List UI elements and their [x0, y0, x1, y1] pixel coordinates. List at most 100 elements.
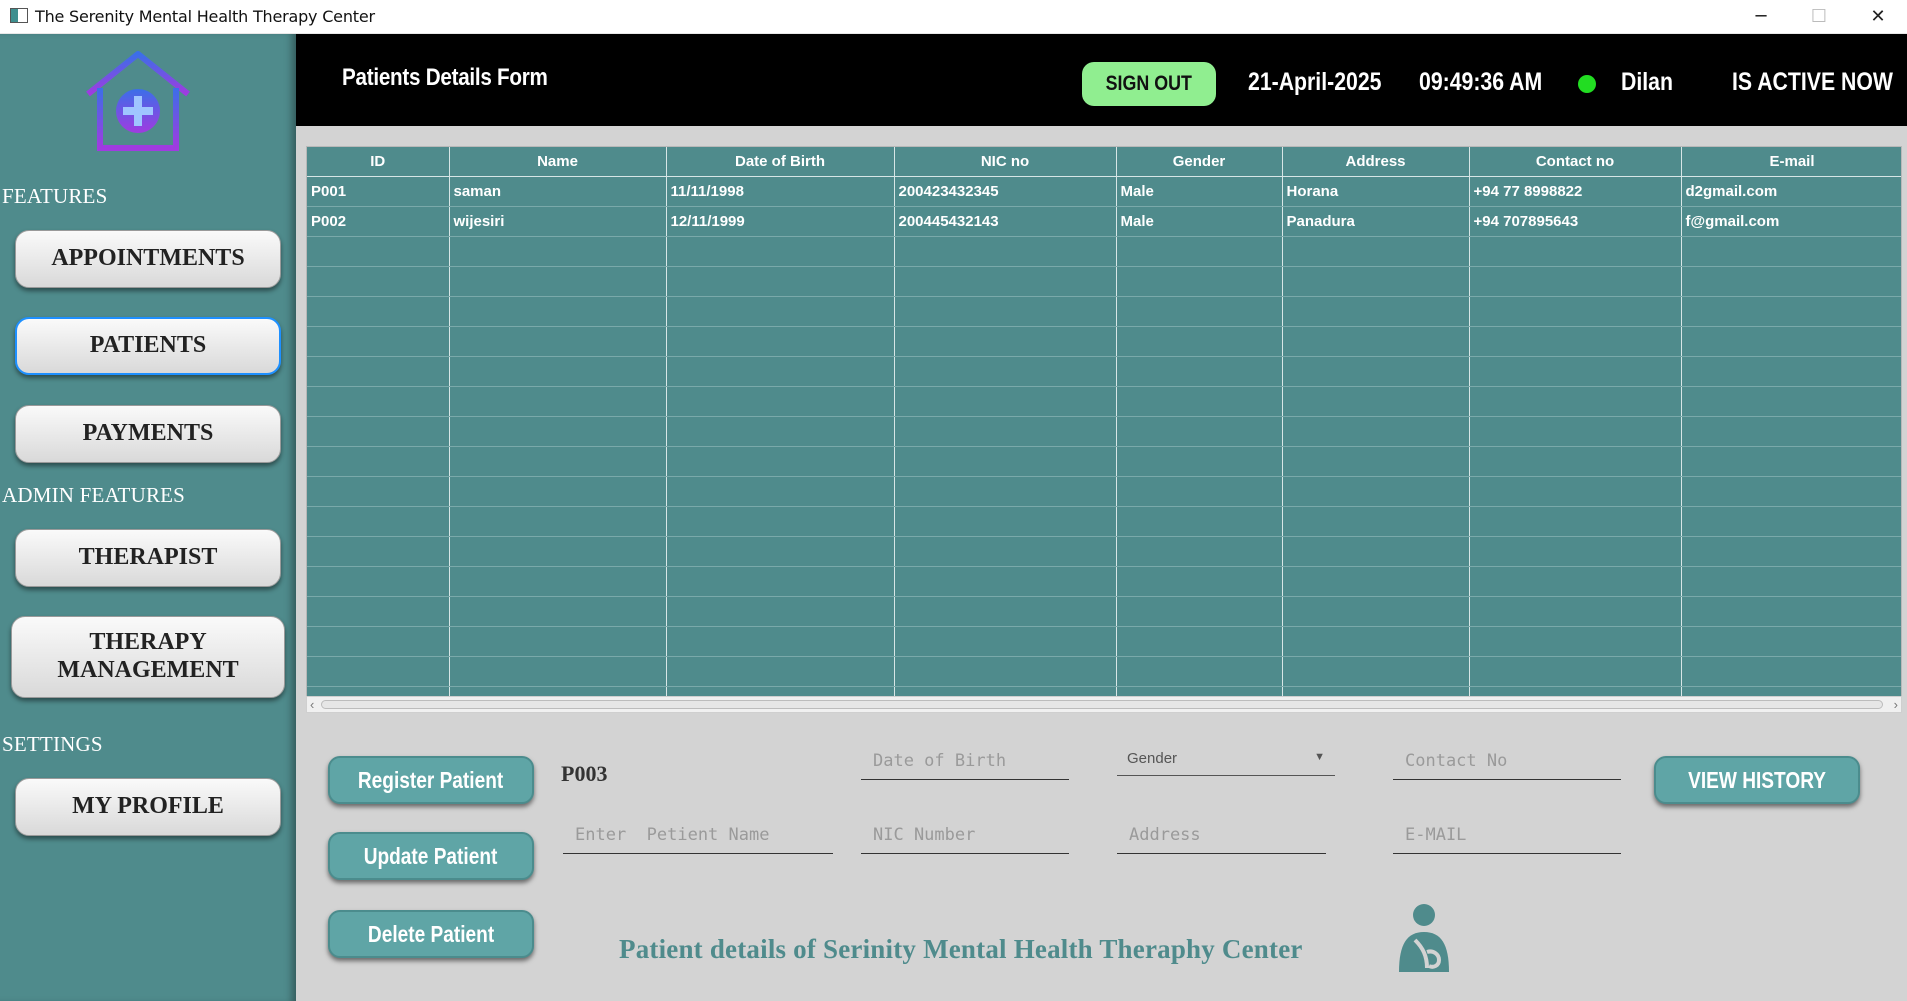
table-cell: Male: [1116, 206, 1283, 237]
table-cell: [1681, 356, 1901, 387]
table-cell: [894, 296, 1117, 327]
table-cell: [1681, 326, 1901, 357]
my-profile-button[interactable]: MY PROFILE: [15, 778, 281, 836]
column-header[interactable]: Address: [1282, 147, 1470, 177]
window-title: The Serenity Mental Health Therapy Cente…: [35, 7, 375, 26]
gender-select[interactable]: Gender ▼: [1117, 744, 1335, 776]
column-header[interactable]: E-mail: [1681, 147, 1901, 177]
app-icon: [10, 8, 28, 23]
table-cell: [1681, 236, 1901, 267]
table-cell: Male: [1116, 176, 1283, 207]
table-header-row: ID Name Date of Birth NIC no Gender Address Co…: [307, 147, 1901, 177]
table-cell: [307, 296, 450, 327]
date-of-birth-field[interactable]: [861, 742, 1069, 780]
patients-table[interactable]: ID Name Date of Birth NIC no Gender Address Co…: [307, 147, 1901, 712]
therapist-button[interactable]: THERAPIST: [15, 529, 281, 587]
table-cell: [307, 236, 450, 267]
footer-caption: Patient details of Serinity Mental Healt…: [619, 934, 1303, 964]
table-cell: [1469, 596, 1682, 627]
table-cell: [307, 626, 450, 657]
time-display: 09:49:36 AM: [1419, 68, 1543, 96]
therapy-management-button[interactable]: THERAPY MANAGEMENT: [11, 616, 285, 698]
email-field[interactable]: [1393, 816, 1621, 854]
view-history-button[interactable]: VIEW HISTORY: [1654, 756, 1860, 804]
minimize-button[interactable]: ─: [1732, 0, 1790, 32]
table-cell: [1681, 386, 1901, 417]
table-cell: [1282, 626, 1470, 657]
table-cell: [1469, 356, 1682, 387]
table-cell: [307, 326, 450, 357]
table-cell: [894, 536, 1117, 567]
table-cell: [1469, 386, 1682, 417]
register-patient-button[interactable]: Register Patient: [328, 756, 534, 804]
sign-out-button[interactable]: SIGN OUT: [1082, 62, 1216, 106]
scrollbar-thumb[interactable]: [321, 700, 1883, 709]
table-cell: Panadura: [1282, 206, 1470, 237]
table-cell: [449, 626, 667, 657]
table-cell: [1681, 536, 1901, 567]
table-cell: [1116, 266, 1283, 297]
column-header[interactable]: Gender: [1116, 147, 1283, 177]
delete-patient-button[interactable]: Delete Patient: [328, 910, 534, 958]
column-header[interactable]: NIC no: [894, 147, 1117, 177]
user-name: Dilan: [1621, 68, 1673, 96]
table-cell: [1469, 446, 1682, 477]
appointments-button[interactable]: APPOINTMENTS: [15, 230, 281, 288]
column-header[interactable]: ID: [307, 147, 450, 177]
column-header[interactable]: Date of Birth: [666, 147, 895, 177]
table-cell: [449, 446, 667, 477]
empty-table-row: [307, 356, 1901, 387]
clinic-house-logo-icon: [86, 51, 190, 155]
table-cell: [1116, 596, 1283, 627]
table-cell: [894, 656, 1117, 687]
payments-button[interactable]: PAYMENTS: [15, 405, 281, 463]
patients-table-container: ID Name Date of Birth NIC no Gender Address Co…: [306, 146, 1902, 713]
nic-number-field[interactable]: [861, 816, 1069, 854]
table-cell: [449, 326, 667, 357]
table-cell: [1469, 506, 1682, 537]
table-cell: [1116, 566, 1283, 597]
patients-button[interactable]: PATIENTS: [15, 317, 281, 375]
empty-table-row: [307, 386, 1901, 417]
table-cell: [449, 596, 667, 627]
table-cell: [666, 566, 895, 597]
table-row[interactable]: P002 wijesiri 12/11/1999 200445432143 Male Pa…: [307, 206, 1901, 237]
table-cell: [666, 626, 895, 657]
table-cell: [666, 446, 895, 477]
table-cell: [666, 356, 895, 387]
table-cell: [307, 386, 450, 417]
table-cell: [307, 596, 450, 627]
table-cell: [449, 656, 667, 687]
table-cell: [1282, 596, 1470, 627]
table-cell: [1469, 626, 1682, 657]
column-header[interactable]: Name: [449, 147, 667, 177]
table-cell: [307, 356, 450, 387]
table-cell: [666, 236, 895, 267]
therapy-management-label-2: MANAGEMENT: [57, 657, 239, 683]
table-cell: [307, 446, 450, 477]
table-cell: [1282, 296, 1470, 327]
patient-name-field[interactable]: [563, 816, 833, 854]
patient-id-label: P003: [561, 761, 608, 786]
table-cell: [449, 506, 667, 537]
scroll-right-icon[interactable]: ›: [1894, 697, 1898, 712]
horizontal-scrollbar[interactable]: ‹ ›: [306, 696, 1902, 713]
maximize-button[interactable]: ☐: [1790, 0, 1848, 32]
empty-table-row: [307, 416, 1901, 447]
table-cell: [1681, 446, 1901, 477]
update-patient-button[interactable]: Update Patient: [328, 832, 534, 880]
table-cell: [1681, 296, 1901, 327]
sign-out-label: SIGN OUT: [1105, 72, 1193, 95]
column-header[interactable]: Contact no: [1469, 147, 1682, 177]
scroll-left-icon[interactable]: ‹: [310, 697, 314, 712]
table-cell: [449, 566, 667, 597]
table-cell: [1116, 626, 1283, 657]
table-cell: [1116, 326, 1283, 357]
table-cell: [1116, 386, 1283, 417]
address-field[interactable]: [1117, 816, 1326, 854]
table-row[interactable]: P001 saman 11/11/1998 200423432345 Male Horan…: [307, 176, 1901, 207]
contact-no-field[interactable]: [1393, 742, 1621, 780]
settings-heading: SETTINGS: [2, 732, 103, 756]
close-button[interactable]: ✕: [1849, 0, 1907, 32]
table-cell: 12/11/1999: [666, 206, 895, 237]
